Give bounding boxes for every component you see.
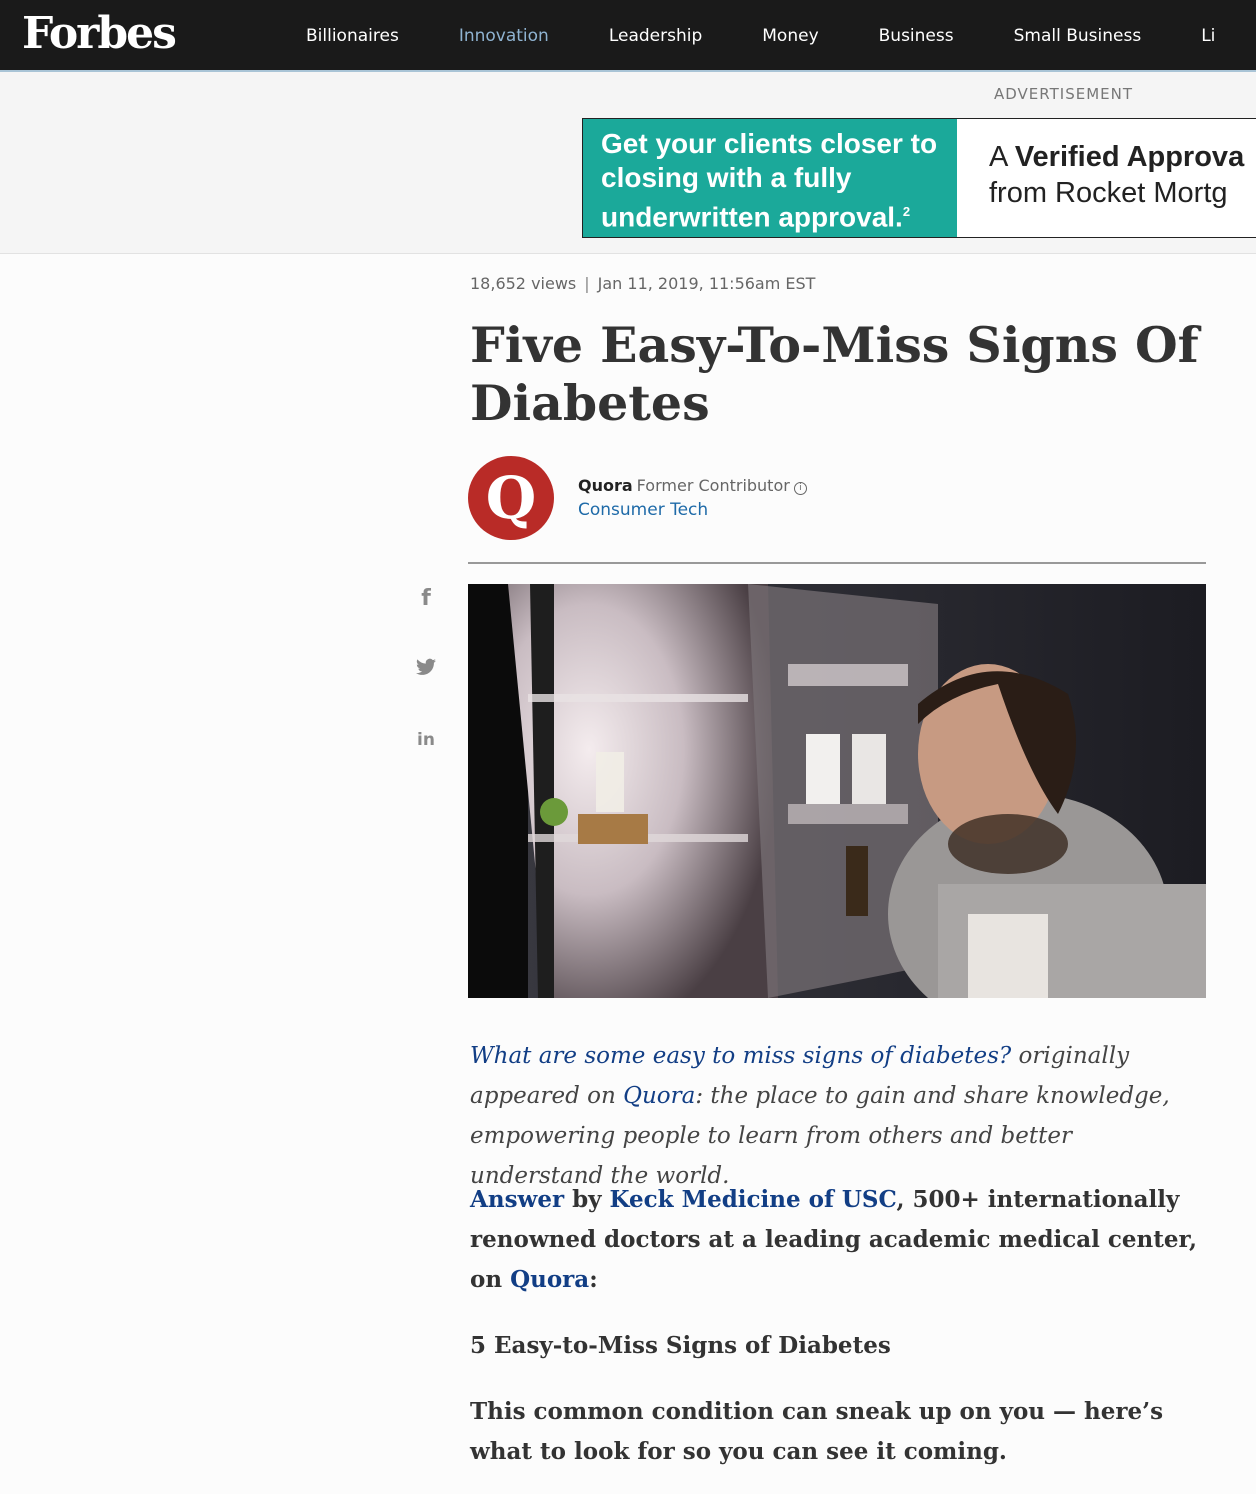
nav-lifestyle-truncated[interactable]: Li bbox=[1201, 26, 1215, 46]
article-meta: 18,652 views | Jan 11, 2019, 11:56am EST bbox=[470, 274, 815, 293]
author-divider bbox=[468, 562, 1206, 564]
ad-right-bold: Verified Approva bbox=[1014, 141, 1245, 173]
lead-paragraph: This common condition can sneak up on yo… bbox=[470, 1398, 1164, 1465]
channel-link[interactable]: Consumer Tech bbox=[578, 500, 708, 520]
quora-link[interactable]: Quora bbox=[623, 1083, 695, 1109]
intro-paragraph: What are some easy to miss signs of diab… bbox=[470, 1036, 1210, 1196]
ad-banner[interactable]: Get your clients closer to closing with … bbox=[582, 118, 1256, 238]
primary-nav: Billionaires Innovation Leadership Money Bus… bbox=[306, 26, 1256, 46]
quora-profile-link[interactable]: Quora bbox=[510, 1266, 589, 1293]
meta-separator: | bbox=[584, 274, 590, 293]
view-count: 18,652 views bbox=[470, 274, 577, 293]
forbes-logo[interactable]: Forbes bbox=[22, 8, 177, 59]
advertisement-label: ADVERTISEMENT bbox=[994, 85, 1134, 103]
author-line: Quora Former Contributor i bbox=[578, 476, 807, 495]
hero-image bbox=[468, 584, 1206, 998]
ad-right-line2: from Rocket Mortg bbox=[989, 177, 1228, 209]
ad-footnote-marker: 2 bbox=[902, 204, 911, 219]
ad-left-panel: Get your clients closer to closing with … bbox=[583, 119, 957, 237]
ad-right-panel: A Verified Approva from Rocket Mortg bbox=[989, 139, 1244, 211]
attribution-text-a: by bbox=[564, 1186, 610, 1213]
author-name[interactable]: Quora bbox=[578, 476, 633, 495]
twitter-icon[interactable] bbox=[412, 658, 440, 681]
linkedin-icon[interactable]: in bbox=[412, 730, 440, 750]
quora-question-link[interactable]: What are some easy to miss signs of diab… bbox=[470, 1043, 1011, 1069]
nav-leadership[interactable]: Leadership bbox=[609, 26, 702, 46]
nav-business[interactable]: Business bbox=[879, 26, 954, 46]
publish-date: Jan 11, 2019, 11:56am EST bbox=[597, 274, 816, 293]
nav-small-business[interactable]: Small Business bbox=[1014, 26, 1142, 46]
ad-left-text: Get your clients closer to closing with … bbox=[601, 128, 938, 233]
attribution-colon: : bbox=[589, 1266, 598, 1293]
answer-link[interactable]: Answer bbox=[470, 1186, 564, 1213]
article-title: Five Easy-To-Miss Signs Of Diabetes bbox=[470, 316, 1199, 432]
author-role: Former Contributor bbox=[636, 476, 790, 495]
ad-right-prefix: A bbox=[989, 141, 1015, 173]
hero-illustration bbox=[468, 584, 1206, 998]
section-heading: 5 Easy-to-Miss Signs of Diabetes bbox=[470, 1332, 891, 1359]
nav-innovation[interactable]: Innovation bbox=[459, 26, 549, 46]
nav-billionaires[interactable]: Billionaires bbox=[306, 26, 399, 46]
ad-band: ADVERTISEMENT Get your clients closer to… bbox=[0, 72, 1256, 254]
keck-medicine-link[interactable]: Keck Medicine of USC bbox=[610, 1186, 897, 1213]
info-icon[interactable]: i bbox=[793, 482, 807, 495]
answer-attribution: Answer by Keck Medicine of USC, 500+ int… bbox=[470, 1180, 1210, 1300]
nav-money[interactable]: Money bbox=[762, 26, 818, 46]
facebook-icon[interactable]: f bbox=[412, 586, 440, 611]
author-avatar[interactable]: Q bbox=[468, 456, 554, 540]
top-nav-bar: Forbes Billionaires Innovation Leadership M… bbox=[0, 0, 1256, 72]
